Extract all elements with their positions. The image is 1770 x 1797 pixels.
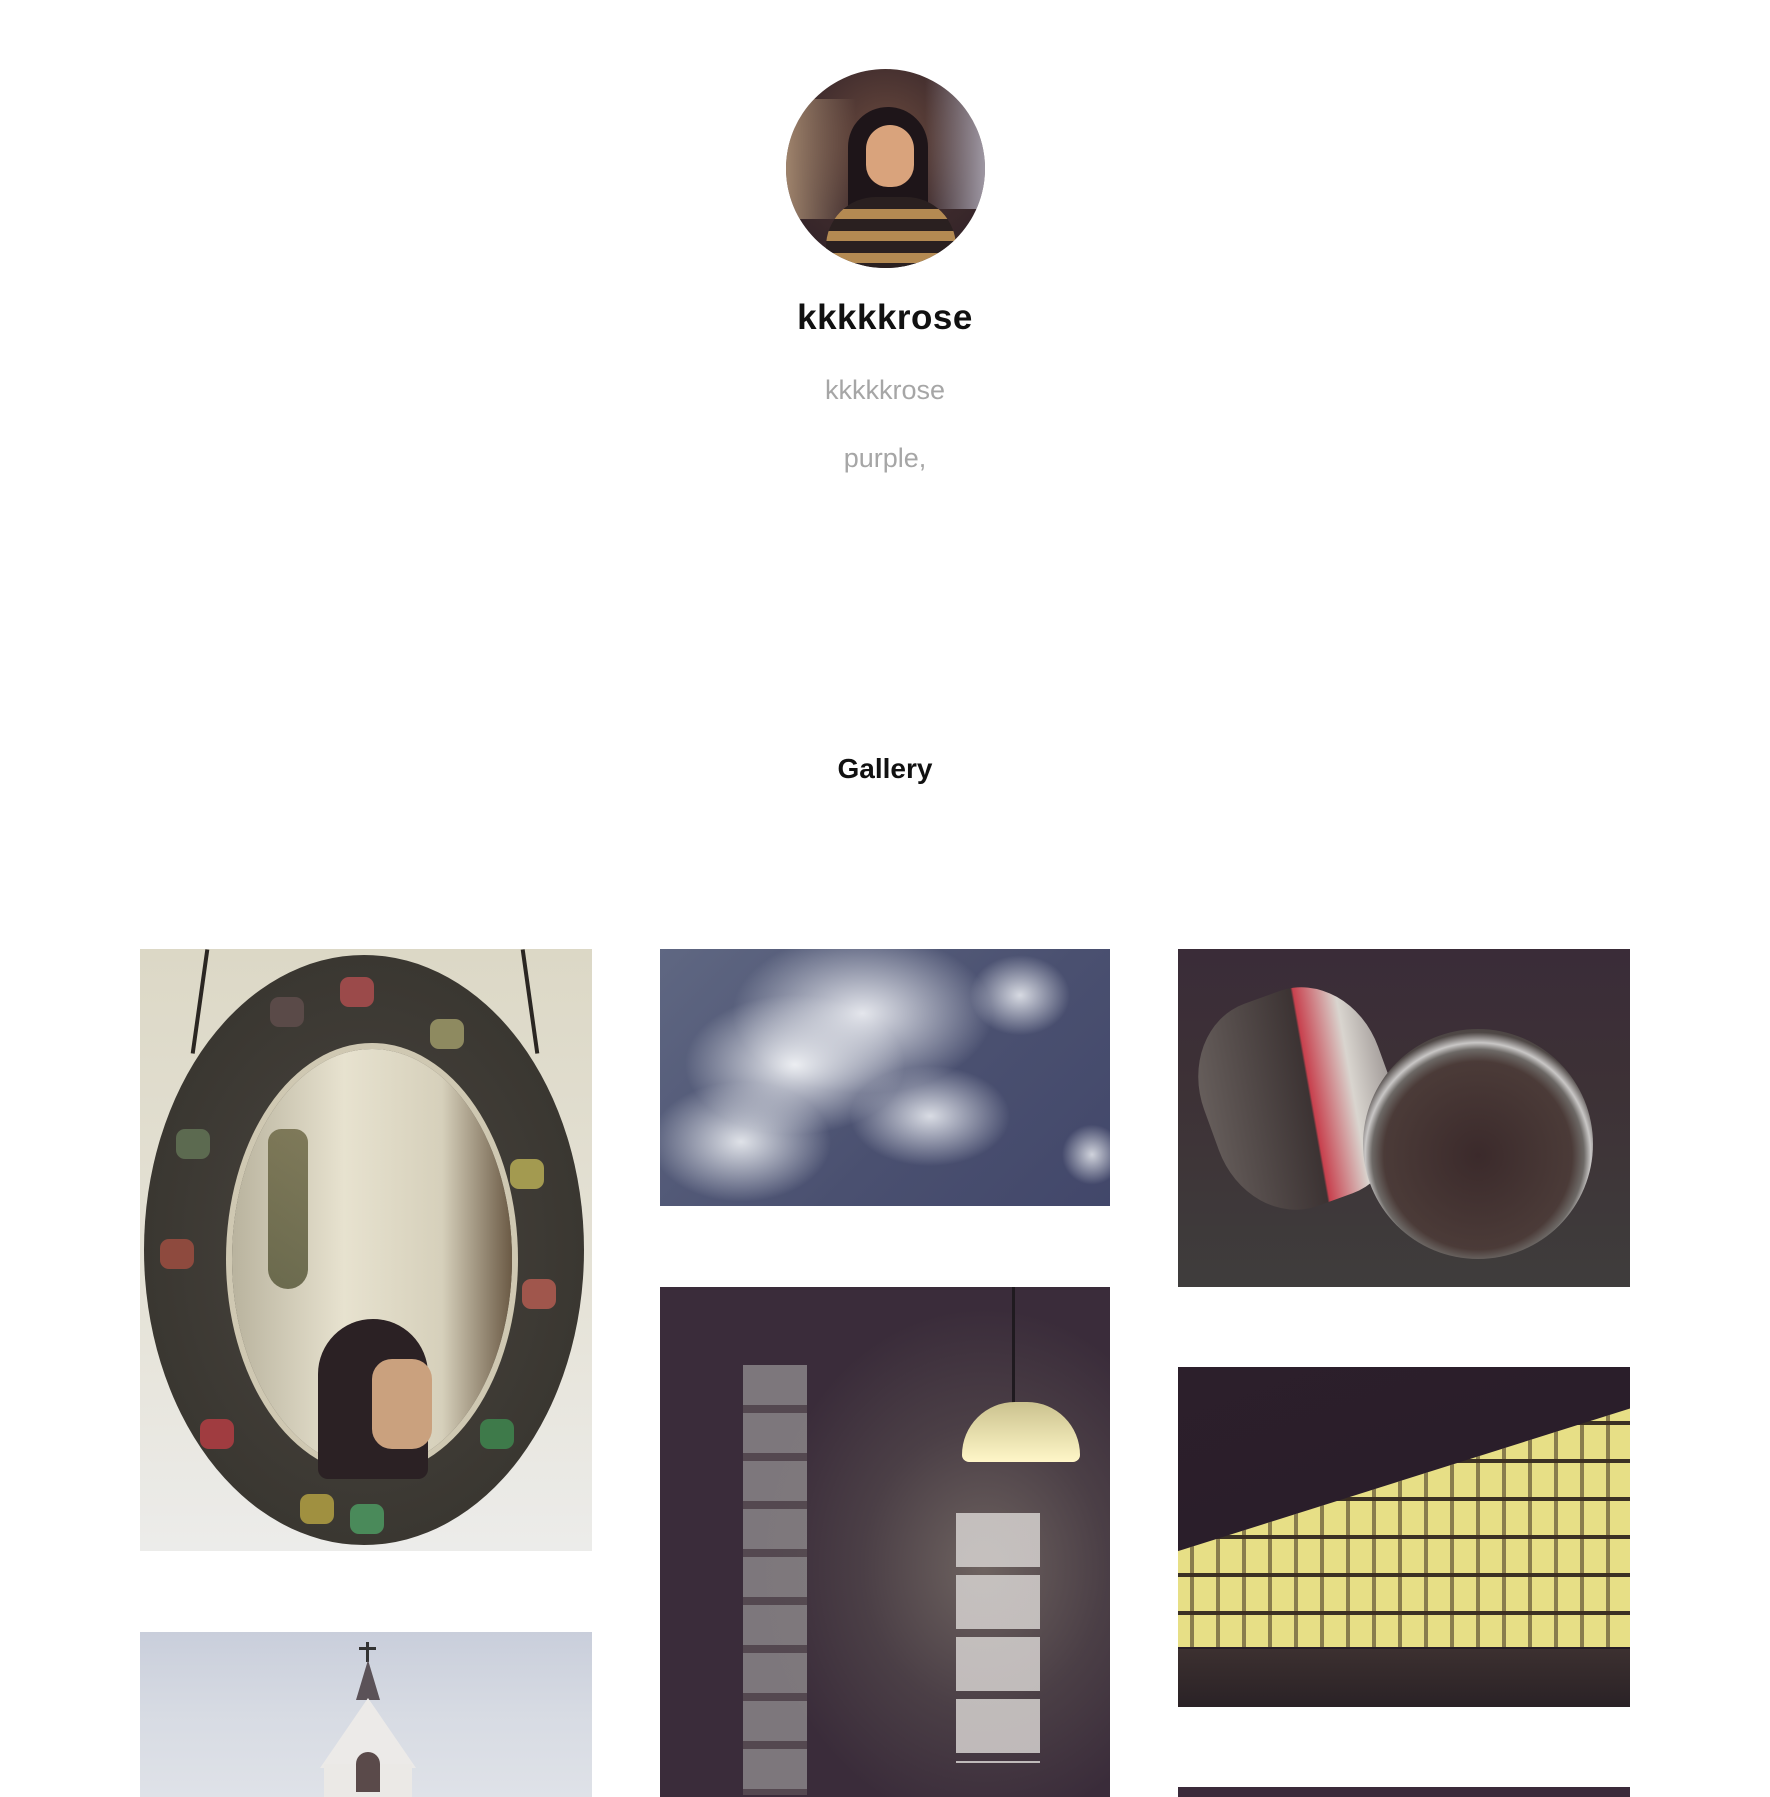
avatar[interactable]: [786, 69, 985, 268]
profile-username: kkkkkrose: [824, 375, 946, 405]
profile-bio: purple,: [843, 443, 927, 473]
gallery-photo-tower[interactable]: [140, 1632, 592, 1797]
gallery-photo-clouds[interactable]: [660, 949, 1110, 1206]
lantern-rows: [1178, 1387, 1630, 1647]
lamp-wall-stickers: [743, 1365, 807, 1795]
lantern-crowd: [1178, 1649, 1630, 1707]
lamp-cord: [1012, 1287, 1015, 1417]
mirror-gem: [350, 1504, 384, 1534]
tower-cross-bar: [359, 1647, 376, 1650]
mirror-gem: [480, 1419, 514, 1449]
gallery-photo-buckets[interactable]: [1178, 949, 1630, 1287]
tower-cross: [366, 1642, 369, 1662]
avatar-face: [866, 125, 914, 187]
gallery-title: Gallery: [837, 753, 933, 784]
mirror-gem: [430, 1019, 464, 1049]
gallery-photo-mirror[interactable]: [140, 949, 592, 1551]
mirror-gem: [160, 1239, 194, 1269]
mirror-gem: [270, 997, 304, 1027]
profile-display-name: kkkkkrose: [797, 298, 973, 337]
mirror-reflection-hand: [372, 1359, 432, 1449]
mirror-gem: [510, 1159, 544, 1189]
gallery-photo-lanterns[interactable]: [1178, 1367, 1630, 1707]
avatar-light-right: [925, 79, 985, 209]
gallery-photo-lamp[interactable]: [660, 1287, 1110, 1797]
mirror-gem: [176, 1129, 210, 1159]
tower-spire: [356, 1660, 380, 1700]
bucket-right: [1363, 1029, 1593, 1259]
mirror-gem: [200, 1419, 234, 1449]
lamp-shade: [962, 1402, 1080, 1462]
mirror-chain-left: [190, 949, 210, 1054]
mirror-gem: [300, 1494, 334, 1524]
gallery-photo-dark[interactable]: [1178, 1787, 1630, 1797]
mirror-gem: [340, 977, 374, 1007]
mirror-chain-right: [520, 949, 540, 1054]
mirror-reflection-plant: [268, 1129, 308, 1289]
avatar-light-left: [786, 99, 856, 219]
tower-window: [356, 1752, 380, 1792]
lamp-wall-photos: [956, 1513, 1040, 1763]
mirror-gem: [522, 1279, 556, 1309]
avatar-shirt: [826, 197, 956, 268]
